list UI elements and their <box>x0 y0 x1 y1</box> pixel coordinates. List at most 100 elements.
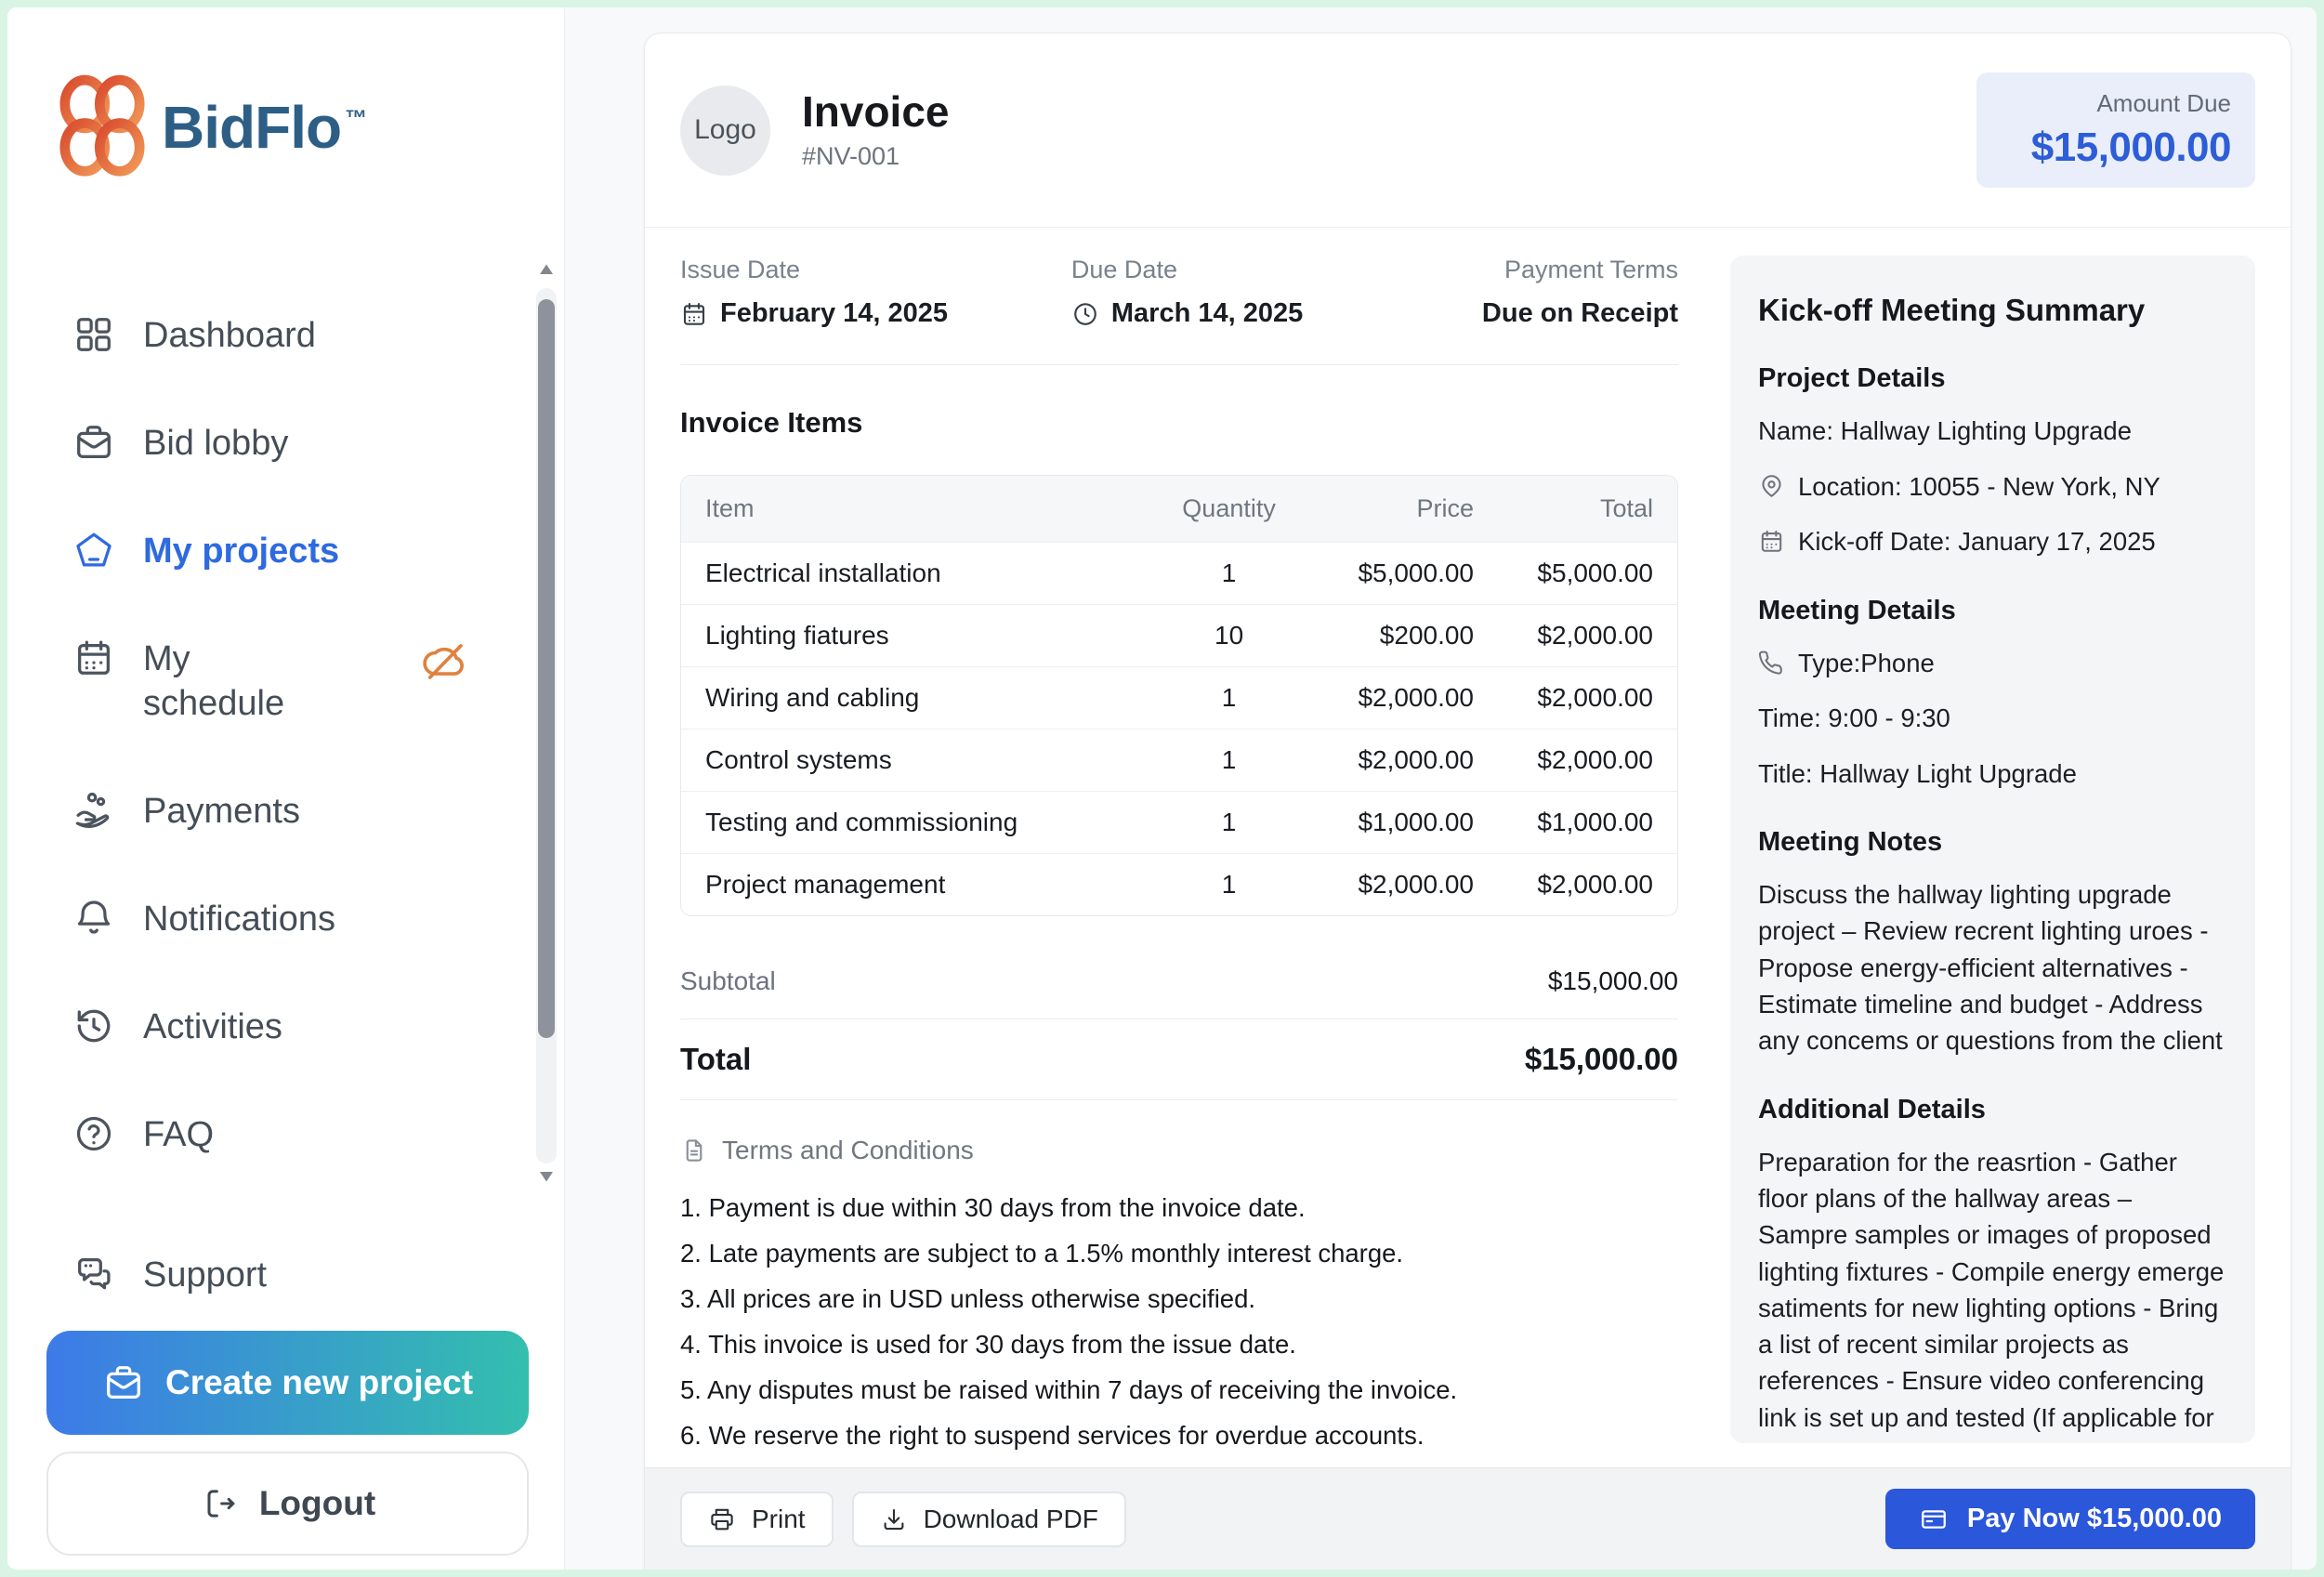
table-row: Lighting fiatures 10 $200.00 $2,000.00 <box>681 604 1677 666</box>
column-header-price: Price <box>1319 476 1498 542</box>
total-cell: $2,000.00 <box>1498 729 1677 791</box>
scroll-down-arrow-icon[interactable] <box>535 1165 558 1188</box>
sidebar-item-label: Bid lobby <box>143 421 288 466</box>
meeting-time: Time: 9:00 - 9:30 <box>1758 701 2227 737</box>
sidebar-item-label: Activities <box>143 1005 282 1049</box>
app-shell: BidFlo™ Dashboard Bid lobby My pr <box>7 7 2317 1570</box>
total-cell: $2,000.00 <box>1498 666 1677 729</box>
create-new-project-button[interactable]: Create new project <box>46 1331 529 1435</box>
sidebar-item-payments[interactable]: Payments <box>46 789 529 834</box>
terms-item: 1. Payment is due within 30 days from th… <box>680 1193 1678 1223</box>
subtotal-label: Subtotal <box>680 966 776 996</box>
trademark-symbol: ™ <box>345 106 366 131</box>
table-row: Wiring and cabling 1 $2,000.00 $2,000.00 <box>681 666 1677 729</box>
download-pdf-button[interactable]: Download PDF <box>852 1492 1126 1547</box>
terms-item: 5. Any disputes must be raised within 7 … <box>680 1375 1678 1405</box>
sidebar-item-bid-lobby[interactable]: Bid lobby <box>46 421 529 466</box>
invoice-details-column: Issue Date February 14, 2025 Due Date Ma… <box>680 256 1678 1467</box>
column-header-quantity: Quantity <box>1139 476 1319 542</box>
meeting-title: Title: Hallway Light Upgrade <box>1758 756 2227 793</box>
sidebar-item-label: My schedule <box>143 637 310 726</box>
bell-icon <box>72 897 115 940</box>
divider <box>680 1099 1678 1100</box>
print-button[interactable]: Print <box>680 1492 834 1547</box>
page-title: Invoice <box>802 89 950 134</box>
sidebar-item-activities[interactable]: Activities <box>46 1005 529 1049</box>
table-header-row: Item Quantity Price Total <box>681 476 1677 542</box>
sidebar-item-label: My projects <box>143 529 339 573</box>
company-logo-placeholder: Logo <box>680 85 770 176</box>
divider <box>680 364 1678 365</box>
issue-date-value: February 14, 2025 <box>680 298 1071 329</box>
credit-card-icon <box>1919 1505 1949 1534</box>
calendar-icon <box>680 300 708 328</box>
calendar-icon <box>1758 528 1785 555</box>
subtotal-value: $15,000.00 <box>1548 966 1678 996</box>
sidebar-scrollbar <box>534 7 558 1570</box>
project-name: Name: Hallway Lighting Upgrade <box>1758 414 2227 450</box>
terms-item: 4. This invoice is used for 30 days from… <box>680 1330 1678 1360</box>
download-icon <box>880 1505 908 1533</box>
table-row: Control systems 1 $2,000.00 $2,000.00 <box>681 729 1677 791</box>
summary-title: Kick-off Meeting Summary <box>1758 293 2227 328</box>
terms-heading: Terms and Conditions <box>722 1136 974 1165</box>
briefcase-icon <box>72 421 115 464</box>
logout-button[interactable]: Logout <box>46 1452 529 1556</box>
sidebar-item-support[interactable]: Support <box>46 1253 529 1297</box>
item-cell: Testing and commissioning <box>681 791 1139 853</box>
price-cell: $1,000.00 <box>1319 791 1498 853</box>
invoice-meta-row: Issue Date February 14, 2025 Due Date Ma… <box>680 256 1678 329</box>
kickoff-summary-panel: Kick-off Meeting Summary Project Details… <box>1730 256 2255 1443</box>
terms-section: Terms and Conditions 1. Payment is due w… <box>680 1136 1678 1518</box>
invoice-number: #NV-001 <box>802 142 950 171</box>
payment-terms-value: Due on Receipt <box>1409 298 1678 329</box>
price-cell: $200.00 <box>1319 604 1498 666</box>
brand-logo: BidFlo™ <box>56 72 529 182</box>
payment-terms-label: Payment Terms <box>1409 256 1678 284</box>
item-cell: Electrical installation <box>681 542 1139 604</box>
total-value: $15,000.00 <box>1525 1042 1678 1077</box>
total-cell: $2,000.00 <box>1498 853 1677 915</box>
additional-details: Preparation for the reasrtion - Gather f… <box>1758 1144 2227 1443</box>
quantity-cell: 1 <box>1139 666 1319 729</box>
terms-item: 3. All prices are in USD unless otherwis… <box>680 1284 1678 1314</box>
sidebar-item-dashboard[interactable]: Dashboard <box>46 313 529 358</box>
meeting-notes: Discuss the hallway lighting upgrade pro… <box>1758 876 2227 1059</box>
main-area: Logo Invoice #NV-001 Amount Due $15,000.… <box>565 7 2317 1570</box>
invoice-items-heading: Invoice Items <box>680 406 1678 440</box>
pentagon-icon <box>72 529 115 572</box>
item-cell: Project management <box>681 853 1139 915</box>
item-cell: Lighting fiatures <box>681 604 1139 666</box>
table-row: Project management 1 $2,000.00 $2,000.00 <box>681 853 1677 915</box>
sidebar-item-my-schedule[interactable]: My schedule <box>46 637 529 726</box>
sidebar-item-my-projects[interactable]: My projects <box>46 529 529 573</box>
invoice-card: Logo Invoice #NV-001 Amount Due $15,000.… <box>644 33 2291 1570</box>
briefcase-icon <box>102 1361 145 1404</box>
phone-icon <box>1758 650 1785 677</box>
table-row: Electrical installation 1 $5,000.00 $5,0… <box>681 542 1677 604</box>
grid-icon <box>72 313 115 356</box>
file-text-icon <box>680 1137 708 1164</box>
sidebar-item-faq[interactable]: FAQ <box>46 1112 529 1157</box>
cloud-off-icon <box>421 637 469 685</box>
quantity-cell: 1 <box>1139 791 1319 853</box>
issue-date-label: Issue Date <box>680 256 1071 284</box>
project-details-heading: Project Details <box>1758 363 2227 394</box>
sidebar-item-notifications[interactable]: Notifications <box>46 897 529 941</box>
quantity-cell: 1 <box>1139 542 1319 604</box>
invoice-body: Issue Date February 14, 2025 Due Date Ma… <box>645 228 2291 1467</box>
quantity-cell: 1 <box>1139 853 1319 915</box>
price-cell: $5,000.00 <box>1319 542 1498 604</box>
brand-wordmark: BidFlo™ <box>162 93 366 162</box>
kickoff-date: Kick-off Date: January 17, 2025 <box>1758 524 2227 560</box>
help-circle-icon <box>72 1112 115 1155</box>
scrollbar-track[interactable] <box>536 288 557 1163</box>
meeting-notes-heading: Meeting Notes <box>1758 827 2227 858</box>
invoice-title-block: Invoice #NV-001 <box>802 89 950 171</box>
scrollbar-thumb[interactable] <box>538 299 555 1038</box>
sidebar: BidFlo™ Dashboard Bid lobby My pr <box>7 7 565 1570</box>
pay-now-button[interactable]: Pay Now $15,000.00 <box>1885 1489 2255 1549</box>
divider <box>680 1018 1678 1019</box>
column-header-item: Item <box>681 476 1139 542</box>
scroll-up-arrow-icon[interactable] <box>535 258 558 281</box>
